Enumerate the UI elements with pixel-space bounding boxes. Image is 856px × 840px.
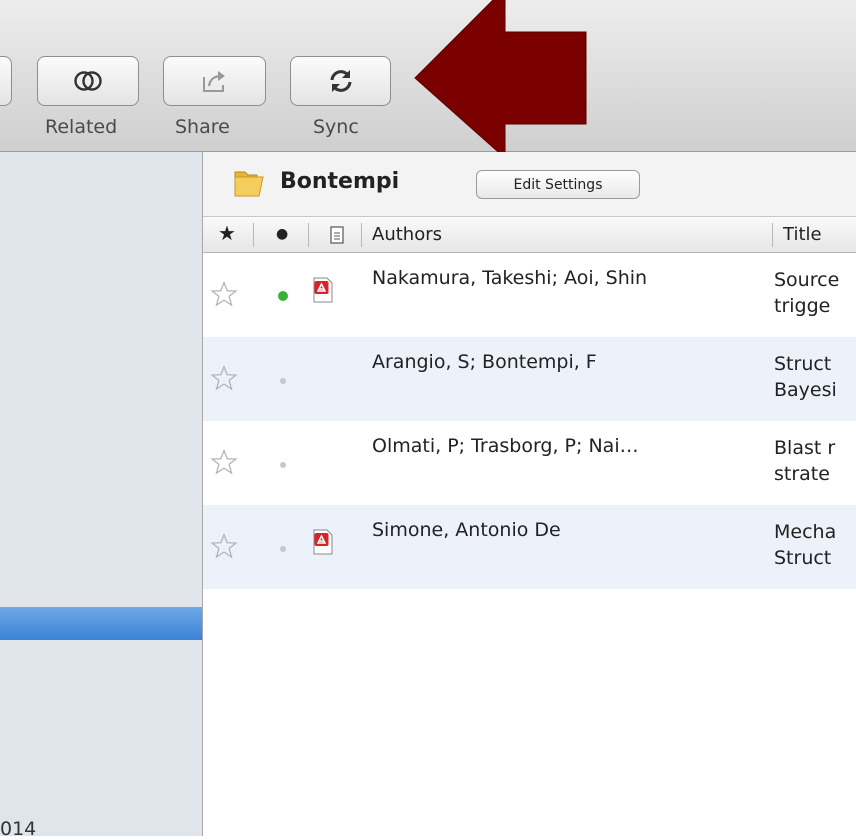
column-separator	[253, 223, 254, 247]
title-cell: Source trigge	[774, 267, 856, 319]
column-header: ★ ● Authors Title	[203, 217, 856, 253]
title-line: strate	[774, 463, 830, 485]
title-column-header[interactable]: Title	[783, 224, 822, 245]
previous-toolbar-button[interactable]	[0, 56, 12, 106]
title-line: Struct	[774, 353, 832, 375]
read-column-header[interactable]: ●	[276, 226, 288, 242]
star-column-header[interactable]: ★	[218, 221, 236, 245]
title-line: Struct	[774, 547, 832, 569]
related-label: Related	[45, 116, 118, 138]
star-icon[interactable]	[210, 449, 238, 480]
star-icon[interactable]	[210, 533, 238, 564]
column-separator	[772, 223, 773, 247]
unread-dot-icon[interactable]	[278, 291, 288, 301]
sidebar-partial-text: 014	[0, 818, 37, 840]
title-cell: Struct Bayesi	[774, 351, 856, 403]
authors-cell: Arangio, S; Bontempi, F	[372, 351, 597, 373]
title-cell: Mecha Struct	[774, 519, 856, 571]
star-icon[interactable]	[210, 281, 238, 312]
title-line: trigge	[774, 295, 831, 317]
document-list: Nakamura, Takeshi; Aoi, Shin Source trig…	[203, 253, 856, 589]
share-label: Share	[175, 116, 230, 138]
sidebar: 014	[0, 152, 203, 840]
folder-title: Bontempi	[280, 169, 400, 194]
folder-icon	[233, 168, 267, 202]
authors-column-header[interactable]: Authors	[372, 224, 442, 245]
column-separator	[308, 223, 309, 247]
file-column-icon[interactable]	[330, 226, 344, 248]
folder-header: Bontempi Edit Settings	[203, 152, 856, 217]
authors-cell: Simone, Antonio De	[372, 519, 561, 541]
star-icon[interactable]	[210, 365, 238, 396]
sync-button[interactable]	[290, 56, 391, 106]
document-row[interactable]: Arangio, S; Bontempi, F Struct Bayesi	[203, 337, 856, 421]
read-dot-icon[interactable]	[280, 462, 286, 468]
document-row[interactable]: Olmati, P; Trasborg, P; Nai… Blast r str…	[203, 421, 856, 505]
toolbar: Related Share Sync	[0, 0, 856, 160]
share-icon	[200, 68, 230, 94]
title-line: Bayesi	[774, 379, 837, 401]
document-row[interactable]: Nakamura, Takeshi; Aoi, Shin Source trig…	[203, 253, 856, 337]
sidebar-selected-item[interactable]	[0, 607, 202, 640]
read-dot-icon[interactable]	[280, 546, 286, 552]
sync-icon	[327, 67, 355, 95]
edit-settings-button[interactable]: Edit Settings	[476, 170, 640, 199]
authors-cell: Nakamura, Takeshi; Aoi, Shin	[372, 267, 648, 289]
column-separator	[361, 223, 362, 247]
annotation-arrow	[414, 0, 587, 160]
title-line: Source	[774, 269, 840, 291]
sync-label: Sync	[313, 116, 359, 138]
share-button[interactable]	[163, 56, 266, 106]
authors-cell: Olmati, P; Trasborg, P; Nai…	[372, 435, 639, 457]
related-icon	[73, 69, 103, 93]
pdf-icon[interactable]	[312, 529, 334, 560]
pdf-icon[interactable]	[312, 277, 334, 308]
title-cell: Blast r strate	[774, 435, 856, 487]
title-line: Mecha	[774, 521, 837, 543]
related-button[interactable]	[37, 56, 139, 106]
document-row[interactable]: Simone, Antonio De Mecha Struct	[203, 505, 856, 589]
title-line: Blast r	[774, 437, 836, 459]
read-dot-icon[interactable]	[280, 378, 286, 384]
